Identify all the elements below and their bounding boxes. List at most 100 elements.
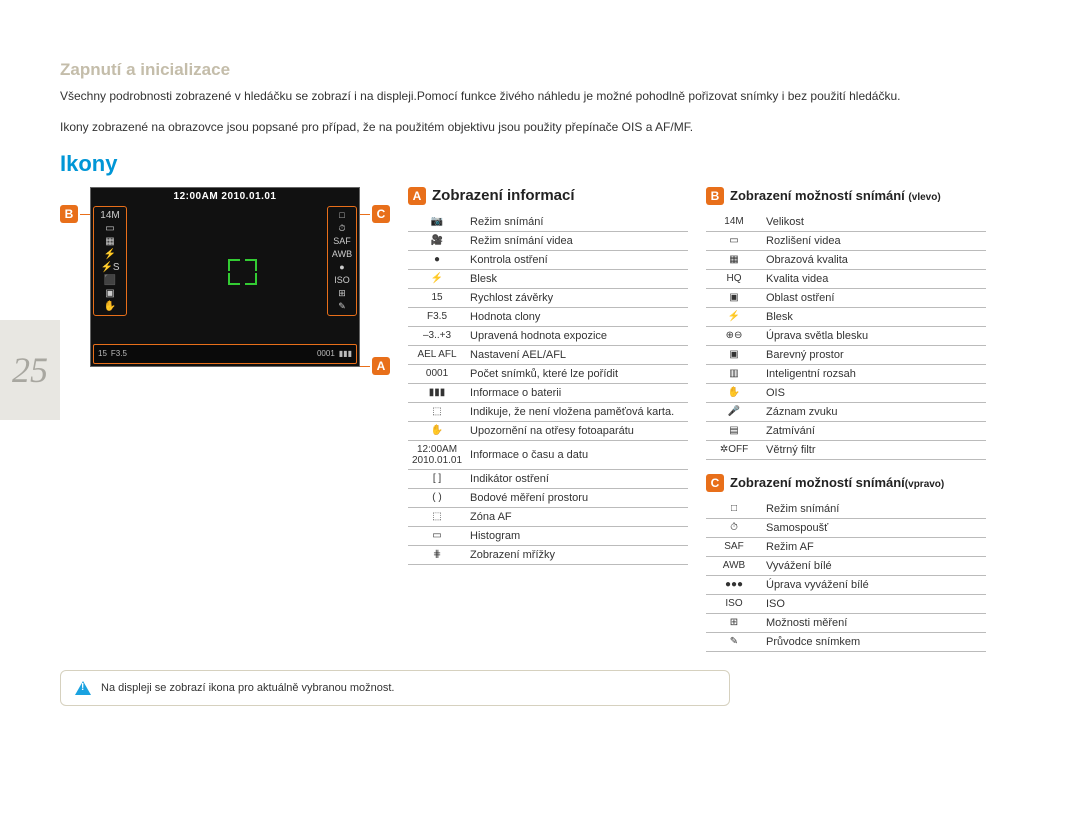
row-icon: ⬚ [408,507,466,526]
row-icon: 12:00AM 2010.01.01 [408,440,466,469]
focus-bracket-icon [228,259,240,271]
lcd-preview: 12:00AM 2010.01.01 14M ▭ ▦ ⚡ ⚡S ⬛ ▣ ✋ □ … [90,187,360,367]
row-label: Informace o času a datu [466,440,688,469]
row-icon: ▣ [706,288,762,307]
table-row: 🎥Režim snímání videa [408,231,688,250]
row-icon: HQ [706,269,762,288]
row-icon: ▣ [706,345,762,364]
lcd-count: 0001 [317,349,335,358]
lcd-aperture: F3.5 [111,349,127,358]
row-icon: 0001 [408,364,466,383]
row-label: Hodnota clony [466,307,688,326]
table-row: AWBVyvážení bílé [706,556,986,575]
row-label: Počet snímků, které lze pořídit [466,364,688,383]
row-icon: 14M [706,213,762,232]
lcd-right-icon: □ [329,209,355,222]
section-label: Zapnutí a inicializace [60,60,1020,80]
row-icon: □ [706,500,762,519]
note-box: Na displeji se zobrazí ikona pro aktuáln… [60,670,730,706]
row-label: Kontrola ostření [466,250,688,269]
row-label: Blesk [466,269,688,288]
table-row: ⊞Možnosti měření [706,613,986,632]
row-label: Barevný prostor [762,345,986,364]
row-icon: ▦ [706,250,762,269]
table-row: ▣Barevný prostor [706,345,986,364]
page-number-box: 25 [0,320,60,420]
lcd-focus-area [161,223,309,326]
row-icon: ▮▮▮ [408,383,466,402]
row-label: Zobrazení mřížky [466,545,688,564]
row-label: Režim snímání videa [466,231,688,250]
table-row: □Režim snímání [706,500,986,519]
note-text: Na displeji se zobrazí ikona pro aktuáln… [101,682,395,694]
table-row: ✋Upozornění na otřesy fotoaparátu [408,421,688,440]
lcd-left-icon: ⚡ [95,248,125,261]
table-row: ISOISO [706,594,986,613]
table-row: F3.5Hodnota clony [408,307,688,326]
row-label: Blesk [762,307,986,326]
table-row: ●Kontrola ostření [408,250,688,269]
row-icon: F3.5 [408,307,466,326]
table-row: 12:00AM 2010.01.01Informace o času a dat… [408,440,688,469]
lcd-right-icon: ✎ [329,300,355,313]
row-label: Větrný filtr [762,440,986,459]
row-label: Upozornění na otřesy fotoaparátu [466,421,688,440]
row-icon: ⋕ [408,545,466,564]
table-row: ▮▮▮Informace o baterii [408,383,688,402]
row-icon: ( ) [408,488,466,507]
row-label: Nastavení AEL/AFL [466,345,688,364]
label-b-left: B [60,205,78,223]
row-icon: ✲OFF [706,440,762,459]
table-row: 🎤Záznam zvuku [706,402,986,421]
table-row: ⚡Blesk [706,307,986,326]
row-label: Informace o baterii [466,383,688,402]
table-row: ✋OIS [706,383,986,402]
row-label: Vyvážení bílé [762,556,986,575]
lcd-right-icon: ● [329,261,355,274]
badge-a: A [408,187,426,205]
row-icon: AWB [706,556,762,575]
label-c-right: C [372,205,390,223]
table-row: ▣Oblast ostření [706,288,986,307]
row-label: Indikuje, že není vložena paměťová karta… [466,402,688,421]
lcd-left-icon: 14M [95,209,125,222]
row-label: Rozlišení videa [762,231,986,250]
row-label: Kvalita videa [762,269,986,288]
lcd-left-icons: 14M ▭ ▦ ⚡ ⚡S ⬛ ▣ ✋ [93,206,127,316]
section-b-table: 14MVelikost▭Rozlišení videa▦Obrazová kva… [706,213,986,460]
row-icon: ⊕⊖ [706,326,762,345]
row-label: Průvodce snímkem [762,632,986,651]
table-row: ✲OFFVětrný filtr [706,440,986,459]
page-number: 25 [12,349,48,391]
row-label: Režim snímání [466,213,688,232]
row-icon: 15 [408,288,466,307]
row-icon: ⏱ [706,518,762,537]
row-label: Upravená hodnota expozice [466,326,688,345]
section-bc-col: B Zobrazení možností snímání (vlevo) 14M… [706,187,986,652]
lcd-left-icon: ✋ [95,300,125,313]
section-a-col: A Zobrazení informací 📷Režim snímání🎥Rež… [408,187,688,565]
row-label: Obrazová kvalita [762,250,986,269]
focus-bracket-icon [228,273,240,285]
row-icon: ✎ [706,632,762,651]
table-row: ⊕⊖Úprava světla blesku [706,326,986,345]
columns: B C A 12:00AM 2010.01.01 14M ▭ ▦ ⚡ ⚡S ⬛ … [60,187,1020,652]
label-a-bottom: A [372,357,390,375]
row-icon: ●●● [706,575,762,594]
table-row: ✎Průvodce snímkem [706,632,986,651]
badge-b: B [706,187,724,205]
lcd-right-icon: ⏱ [329,222,355,235]
table-row: HQKvalita videa [706,269,986,288]
row-label: ISO [762,594,986,613]
lcd-bottom-bar: 15 F3.5 0001 ▮▮▮ [93,344,357,364]
lcd-timestamp: 12:00AM 2010.01.01 [91,191,359,202]
table-row: AEL AFLNastavení AEL/AFL [408,345,688,364]
lcd-right-icon: SAF [329,235,355,248]
table-row: ( )Bodové měření prostoru [408,488,688,507]
row-icon: AEL AFL [408,345,466,364]
row-label: Režim AF [762,537,986,556]
table-row: 14MVelikost [706,213,986,232]
table-row: ▦Obrazová kvalita [706,250,986,269]
table-row: ●●●Úprava vyvážení bílé [706,575,986,594]
lcd-right-icon: ISO [329,274,355,287]
